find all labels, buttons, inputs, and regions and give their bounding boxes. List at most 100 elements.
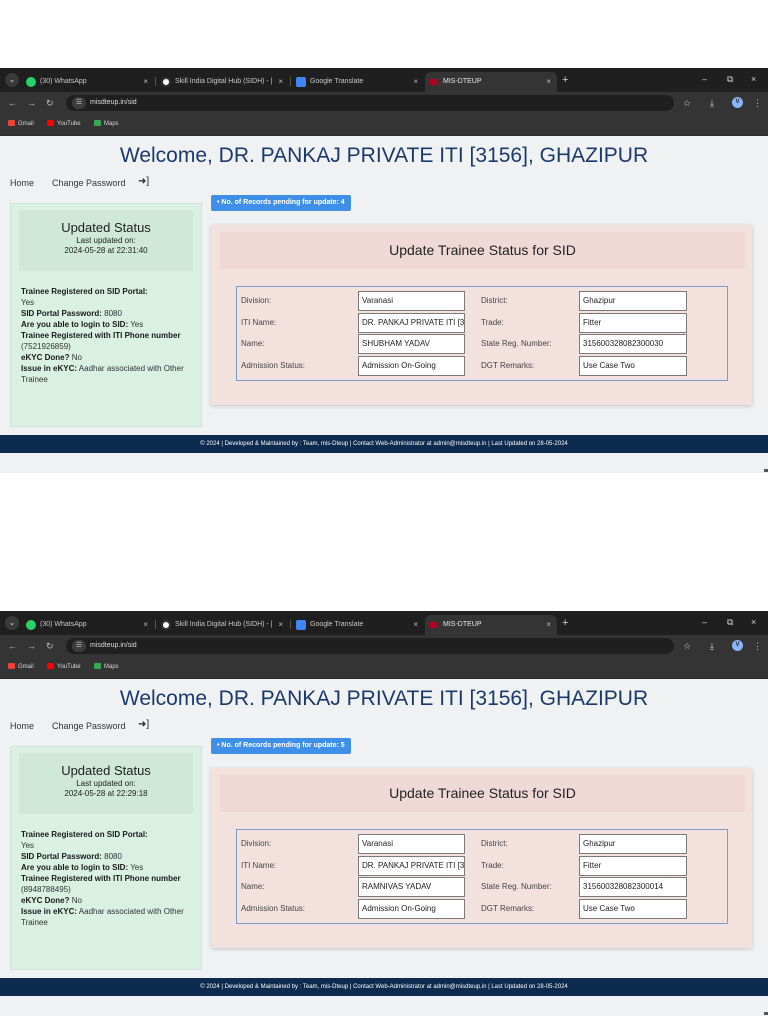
reload-icon[interactable]: ↻ bbox=[46, 639, 54, 653]
whatsapp-icon bbox=[26, 620, 36, 630]
status-value: No bbox=[71, 353, 82, 362]
page-footer: © 2024 | Developed & Maintained by : Tea… bbox=[0, 978, 768, 996]
tab-close-icon[interactable]: × bbox=[143, 72, 148, 92]
district-field[interactable]: Ghazipur bbox=[579, 834, 687, 854]
bookmark-gmail[interactable]: Gmail bbox=[8, 657, 34, 677]
district-field[interactable]: Ghazipur bbox=[579, 291, 687, 311]
forward-icon[interactable]: → bbox=[27, 96, 36, 110]
tab-skill-india[interactable]: Skill India Digital Hub (SIDH) - | × bbox=[157, 72, 289, 92]
nav-change-password-link[interactable]: Change Password bbox=[52, 177, 126, 189]
trainee-details-fieldset: Division: Varanasi District: Ghazipur IT… bbox=[236, 829, 728, 924]
bookmark-star-icon[interactable]: ☆ bbox=[683, 96, 691, 110]
profile-avatar[interactable]: V bbox=[732, 640, 743, 651]
menu-icon[interactable]: ⋮ bbox=[753, 639, 762, 653]
status-phone-row: Trainee Registered with ITI Phone number… bbox=[21, 330, 191, 352]
reload-icon[interactable]: ↻ bbox=[46, 96, 54, 110]
new-tab-button[interactable]: + bbox=[562, 615, 568, 631]
url-field[interactable]: ☰ misdteup.in/sid bbox=[66, 95, 674, 111]
maps-icon bbox=[94, 120, 101, 126]
tab-mis-dteup[interactable]: MIS-DTEUP × bbox=[425, 72, 557, 92]
division-field[interactable]: Varanasi bbox=[358, 834, 465, 854]
profile-avatar[interactable]: V bbox=[732, 97, 743, 108]
dgt-remarks-field[interactable]: Use Case Two bbox=[579, 356, 687, 376]
nav-home-link[interactable]: Home bbox=[10, 177, 34, 189]
division-field[interactable]: Varanasi bbox=[358, 291, 465, 311]
status-value: (7521926859) bbox=[21, 342, 71, 351]
tab-close-icon[interactable]: × bbox=[278, 615, 283, 635]
admission-status-field[interactable]: Admission On-Going bbox=[358, 899, 465, 919]
state-reg-number-label: State Reg. Number: bbox=[481, 339, 552, 348]
back-icon[interactable]: ← bbox=[8, 96, 17, 110]
status-phone-row: Trainee Registered with ITI Phone number… bbox=[21, 873, 191, 895]
tab-google-translate[interactable]: Google Translate × bbox=[292, 72, 424, 92]
updated-status-panel: Updated Status Last updated on: 2024-05-… bbox=[10, 746, 202, 970]
tab-search-button[interactable]: ⌄ bbox=[5, 73, 19, 87]
site-settings-icon[interactable]: ☰ bbox=[72, 640, 86, 652]
status-key: Trainee Registered with ITI Phone number bbox=[21, 874, 181, 883]
bookmark-maps[interactable]: Maps bbox=[94, 114, 119, 134]
close-window-button[interactable]: × bbox=[751, 73, 756, 85]
name-label: Name: bbox=[241, 339, 265, 348]
state-reg-number-field[interactable]: 315600328082300014 bbox=[579, 877, 687, 897]
tab-whatsapp[interactable]: (30) WhatsApp × bbox=[22, 72, 154, 92]
last-updated-timestamp: 2024-05-28 at 22:31:40 bbox=[64, 246, 148, 255]
minimize-button[interactable]: – bbox=[702, 616, 707, 628]
tab-title: MIS-DTEUP bbox=[443, 78, 482, 85]
status-value: Yes bbox=[21, 298, 35, 307]
dgt-remarks-field[interactable]: Use Case Two bbox=[579, 899, 687, 919]
tab-close-icon[interactable]: × bbox=[546, 72, 551, 92]
status-login-row: Are you able to login to SID: Yes bbox=[21, 319, 191, 330]
trade-field[interactable]: Fitter bbox=[579, 313, 687, 333]
site-settings-icon[interactable]: ☰ bbox=[72, 97, 86, 109]
nav-change-password-link[interactable]: Change Password bbox=[52, 720, 126, 732]
scrollbar-thumb[interactable] bbox=[764, 469, 768, 472]
back-icon[interactable]: ← bbox=[8, 639, 17, 653]
pending-records-text: No. of Records pending for update: 4 bbox=[221, 199, 345, 206]
tab-separator bbox=[155, 620, 156, 629]
tab-skill-india[interactable]: Skill India Digital Hub (SIDH) - | × bbox=[157, 615, 289, 635]
tab-mis-dteup[interactable]: MIS-DTEUP × bbox=[425, 615, 557, 635]
menu-icon[interactable]: ⋮ bbox=[753, 96, 762, 110]
iti-name-field[interactable]: DR. PANKAJ PRIVATE ITI [3156] bbox=[358, 856, 465, 876]
tab-title: Skill India Digital Hub (SIDH) - | bbox=[175, 621, 273, 628]
tab-close-icon[interactable]: × bbox=[143, 615, 148, 635]
restore-button[interactable]: ⧉ bbox=[727, 73, 733, 85]
bookmark-star-icon[interactable]: ☆ bbox=[683, 639, 691, 653]
logout-icon[interactable]: ➜] bbox=[138, 719, 149, 731]
mis-dteup-icon bbox=[429, 622, 438, 628]
admission-status-label: Admission Status: bbox=[241, 904, 306, 913]
tab-search-button[interactable]: ⌄ bbox=[5, 616, 19, 630]
bookmark-gmail[interactable]: Gmail bbox=[8, 114, 34, 134]
google-translate-icon bbox=[296, 77, 306, 87]
name-field[interactable]: RAMNIVAS YADAV bbox=[358, 877, 465, 897]
browser-screenshot-1: ⌄ (30) WhatsApp × Skill India Digital Hu… bbox=[0, 68, 768, 473]
tab-close-icon[interactable]: × bbox=[413, 615, 418, 635]
download-icon[interactable]: ⤓ bbox=[710, 639, 714, 653]
tab-close-icon[interactable]: × bbox=[278, 72, 283, 92]
bookmark-maps[interactable]: Maps bbox=[94, 657, 119, 677]
iti-name-field[interactable]: DR. PANKAJ PRIVATE ITI [3156] bbox=[358, 313, 465, 333]
tab-close-icon[interactable]: × bbox=[413, 72, 418, 92]
download-icon[interactable]: ⤓ bbox=[710, 96, 714, 110]
restore-button[interactable]: ⧉ bbox=[727, 616, 733, 628]
scrollbar-thumb[interactable] bbox=[764, 1012, 768, 1015]
state-reg-number-field[interactable]: 315600328082300030 bbox=[579, 334, 687, 354]
url-field[interactable]: ☰ misdteup.in/sid bbox=[66, 638, 674, 654]
bookmark-youtube[interactable]: YouTube bbox=[47, 114, 81, 134]
name-field[interactable]: SHUBHAM YADAV bbox=[358, 334, 465, 354]
trade-field[interactable]: Fitter bbox=[579, 856, 687, 876]
forward-icon[interactable]: → bbox=[27, 639, 36, 653]
minimize-button[interactable]: – bbox=[702, 73, 707, 85]
tab-separator bbox=[290, 77, 291, 86]
close-window-button[interactable]: × bbox=[751, 616, 756, 628]
tab-whatsapp[interactable]: (30) WhatsApp × bbox=[22, 615, 154, 635]
tab-google-translate[interactable]: Google Translate × bbox=[292, 615, 424, 635]
logout-icon[interactable]: ➜] bbox=[138, 176, 149, 188]
status-issue-row: Issue in eKYC: Aadhar associated with Ot… bbox=[21, 906, 191, 928]
nav-home-link[interactable]: Home bbox=[10, 720, 34, 732]
admission-status-field[interactable]: Admission On-Going bbox=[358, 356, 465, 376]
new-tab-button[interactable]: + bbox=[562, 72, 568, 88]
bookmark-youtube[interactable]: YouTube bbox=[47, 657, 81, 677]
page-content: Welcome, DR. PANKAJ PRIVATE ITI [3156], … bbox=[0, 136, 768, 473]
tab-close-icon[interactable]: × bbox=[546, 615, 551, 635]
